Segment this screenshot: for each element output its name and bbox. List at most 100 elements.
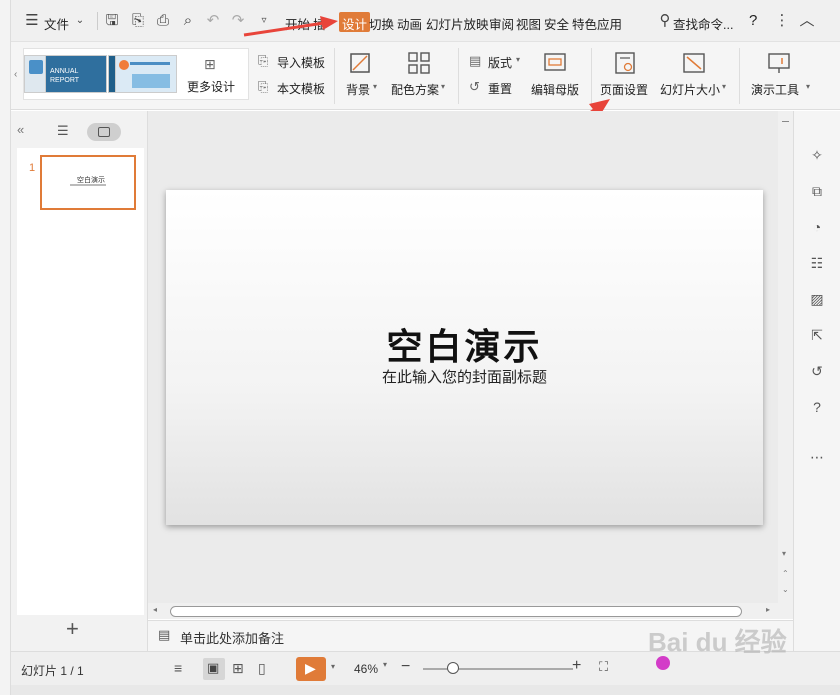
thumbnail-subtitle-line <box>70 184 106 186</box>
reset-button[interactable]: 重置 <box>488 80 512 97</box>
slide-thumbnail-pane: « ☰ 1 空白演示 + <box>11 111 148 651</box>
scroll-left-icon[interactable]: ‹ <box>14 69 17 80</box>
share-icon[interactable]: ⎘ <box>129 12 147 30</box>
reading-view-icon[interactable]: ▯ <box>258 660 266 677</box>
menu-bar: ☰ 文件 ⌄ 🖫 ⎘ ⎙ ⌕ ↶ ↷ ▿ 开始 插 设计 切换 动画 幻灯片放映… <box>11 0 840 42</box>
horizontal-scrollbar[interactable]: ◂ ▸ <box>148 603 793 619</box>
copy-slide-icon[interactable]: ⧉ <box>808 182 826 200</box>
next-slide-icon[interactable]: ⌄ <box>782 585 789 594</box>
chevron-down-icon[interactable]: ▾ <box>441 82 445 91</box>
zoom-in-button[interactable]: + <box>572 657 581 675</box>
zoom-level[interactable]: 46% <box>354 662 378 676</box>
collapse-ribbon-icon[interactable]: ︿ <box>798 12 816 30</box>
template-thumbnail-2[interactable]: ANNUAL REPORT <box>45 55 107 93</box>
divider <box>458 48 459 104</box>
help-button[interactable]: ? <box>749 12 757 29</box>
search-commands[interactable]: 查找命令... <box>673 14 733 33</box>
zoom-slider-handle[interactable] <box>447 662 459 674</box>
fit-window-icon[interactable]: ⛶ <box>599 659 608 675</box>
chevron-down-icon[interactable]: ▾ <box>331 662 335 671</box>
presentation-tools-button[interactable]: 演示工具 <box>751 81 799 98</box>
picture-icon[interactable]: ▨ <box>808 290 826 308</box>
slide-sorter-icon[interactable]: ⊞ <box>232 660 244 677</box>
normal-view-button[interactable]: ▣ <box>203 658 225 680</box>
zoom-slider-track[interactable] <box>423 668 573 670</box>
hamburger-menu-icon[interactable]: ☰ <box>23 12 41 30</box>
scroll-down-arrow-icon[interactable]: ▾ <box>782 549 786 558</box>
slide-view-toggle[interactable] <box>87 123 121 141</box>
play-slideshow-button[interactable]: ▶ <box>296 657 326 681</box>
current-slide[interactable]: 空白演示 在此输入您的封面副标题 <box>166 190 763 525</box>
this-template-button[interactable]: 本文模板 <box>277 80 325 97</box>
thumb-text-annual: ANNUAL <box>50 68 79 75</box>
vertical-scrollbar[interactable]: ▾ ⌃ ⌄ <box>778 111 793 603</box>
template-thumbnail-4[interactable] <box>115 55 177 93</box>
collapse-pane-icon[interactable]: « <box>17 122 24 137</box>
history-icon[interactable]: ↺ <box>808 362 826 380</box>
normal-view-icon: ▣ <box>207 660 220 675</box>
zoom-out-button[interactable]: − <box>401 658 410 676</box>
share-icon[interactable]: ⇱ <box>808 326 826 344</box>
thumbnail-list <box>17 148 144 615</box>
scroll-left-arrow-icon[interactable]: ◂ <box>153 605 157 614</box>
this-template-icon: ⎘ <box>258 79 269 94</box>
grid-icon[interactable]: ⊞ <box>204 56 216 73</box>
taskbar-strip <box>11 685 840 695</box>
help-icon[interactable]: ? <box>808 398 826 416</box>
import-template-button[interactable]: 导入模板 <box>277 54 325 71</box>
print-icon[interactable]: ⎙ <box>154 12 172 30</box>
scroll-right-arrow-icon[interactable]: ▸ <box>766 605 770 614</box>
prev-slide-icon[interactable]: ⌃ <box>782 569 789 578</box>
color-scheme-button[interactable]: 配色方案 <box>391 81 439 98</box>
ribbon-toolbar: ‹ ANNUAL REPORT ⊞ 更多设计 ⎘ 导入模板 ⎘ 本文模板 背景 … <box>11 42 840 110</box>
shapes-icon[interactable]: ◔ <box>808 218 826 236</box>
tab-view[interactable]: 视图 <box>516 14 541 33</box>
more-design-button[interactable]: 更多设计 <box>187 78 235 95</box>
add-slide-button[interactable]: + <box>66 616 79 642</box>
scroll-top-mark <box>782 121 789 122</box>
divider <box>97 12 98 30</box>
horizontal-scroll-thumb[interactable] <box>170 606 742 617</box>
slide-title[interactable]: 空白演示 <box>166 318 763 370</box>
tab-transitions[interactable]: 切换 <box>369 14 394 33</box>
tab-design[interactable]: 设计 <box>339 12 371 32</box>
slide-subtitle[interactable]: 在此输入您的封面副标题 <box>166 366 763 387</box>
edit-master-icon <box>544 53 566 71</box>
tab-animations[interactable]: 动画 <box>397 14 422 33</box>
background-button[interactable]: 背景 <box>346 81 370 98</box>
slide-view-icon <box>98 127 110 137</box>
chevron-down-icon[interactable]: ▾ <box>383 660 387 669</box>
chevron-down-icon[interactable]: ▾ <box>806 82 810 91</box>
more-options-icon[interactable]: ⋮ <box>773 12 791 30</box>
undo-icon[interactable]: ↶ <box>204 12 222 30</box>
print-preview-icon[interactable]: ⌕ <box>179 12 197 30</box>
chevron-down-icon[interactable]: ▾ <box>373 82 377 91</box>
slide-number: 1 <box>29 162 36 174</box>
tab-review[interactable]: 审阅 <box>489 14 514 33</box>
slide-thumbnail-1[interactable]: 空白演示 <box>40 155 136 210</box>
outline-view-icon[interactable]: ☰ <box>57 123 69 139</box>
tab-slideshow[interactable]: 幻灯片放映 <box>426 14 489 33</box>
color-scheme-icon <box>408 52 430 74</box>
notes-toggle-icon[interactable]: ≡ <box>174 660 182 676</box>
reset-icon: ↺ <box>469 79 480 94</box>
layout-icon: ▤ <box>469 53 482 68</box>
chevron-down-icon[interactable]: ⌄ <box>71 12 89 30</box>
divider <box>334 48 335 104</box>
layout-button[interactable]: 版式 <box>488 54 512 71</box>
more-options-icon[interactable]: ⋯ <box>808 448 826 466</box>
slide-size-button[interactable]: 幻灯片大小 <box>660 81 720 98</box>
adjust-settings-icon[interactable]: ☷ <box>808 254 826 272</box>
search-icon[interactable]: ⚲ <box>656 12 674 30</box>
save-icon[interactable]: 🖫 <box>103 12 121 30</box>
tab-security[interactable]: 安全 <box>544 14 569 33</box>
notes-placeholder[interactable]: 单击此处添加备注 <box>180 628 284 647</box>
chevron-down-icon[interactable]: ▾ <box>516 55 520 64</box>
thumb-text-report: REPORT <box>50 77 80 84</box>
chevron-down-icon[interactable]: ▾ <box>722 82 726 91</box>
file-menu[interactable]: 文件 <box>44 14 69 33</box>
tab-special-apps[interactable]: 特色应用 <box>572 14 622 33</box>
play-icon: ▶ <box>305 660 316 676</box>
magic-icon[interactable]: ✧ <box>808 146 826 164</box>
slide-counter: 幻灯片 1 / 1 <box>21 664 84 678</box>
